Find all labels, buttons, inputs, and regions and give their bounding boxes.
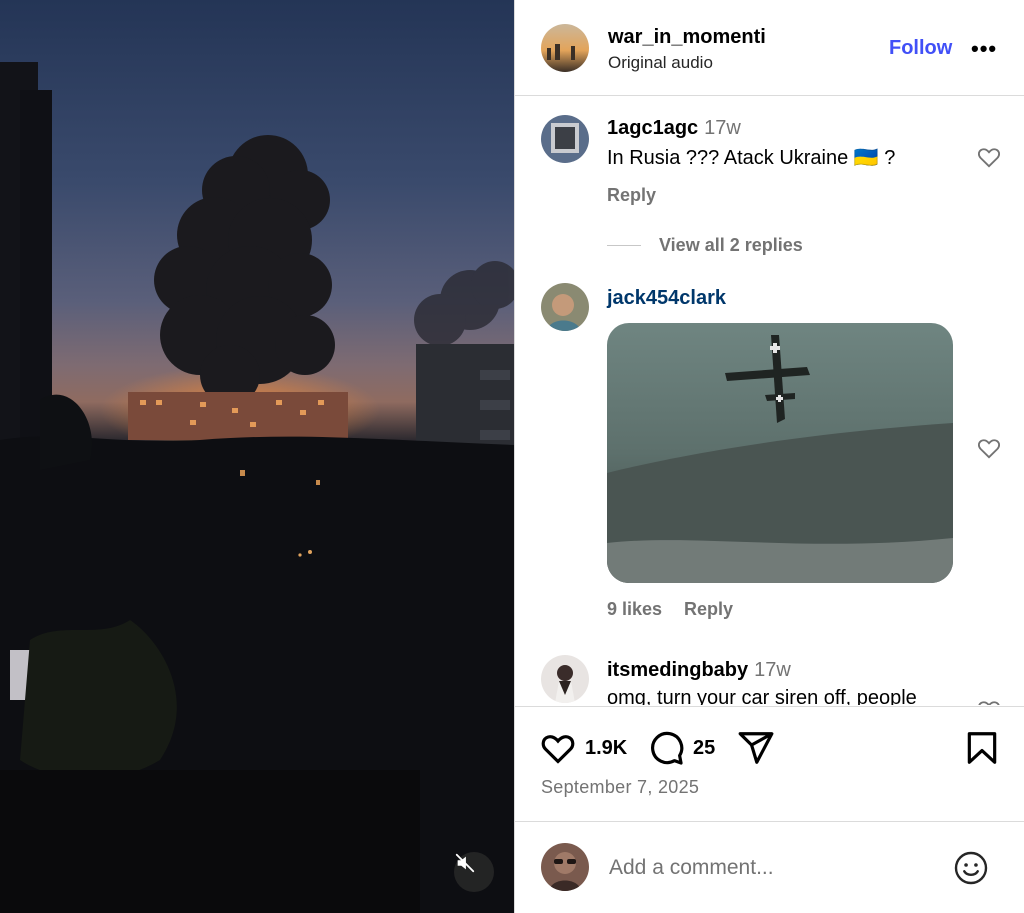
save-button[interactable] [963, 729, 1001, 767]
current-user-avatar [541, 843, 589, 891]
audio-label[interactable]: Original audio [608, 53, 713, 73]
share-button[interactable] [737, 729, 775, 767]
comment-bubble-icon [651, 731, 684, 765]
replies-divider [607, 245, 641, 246]
comment-username[interactable]: itsmedingbaby 17w [607, 659, 791, 682]
comment-username[interactable]: 1agc1agc 17w [607, 117, 741, 140]
post-panel: war_in_momenti Original audio Follow •••… [514, 0, 1024, 913]
post-header: war_in_momenti Original audio Follow ••• [515, 0, 1024, 96]
comments-list[interactable]: 1agc1agc 17w In Rusia ??? Atack Ukraine 🇺… [515, 97, 1024, 705]
comment-button[interactable]: 25 [647, 729, 715, 767]
comment-like-heart-icon[interactable] [976, 144, 1002, 170]
commenter-avatar[interactable] [541, 283, 589, 331]
video-frame [0, 62, 514, 913]
comment-time: 17w [754, 659, 791, 681]
comment-text: omg, turn your car siren off, people [607, 687, 917, 705]
more-options-button[interactable]: ••• [971, 36, 997, 62]
reply-button[interactable]: Reply [607, 185, 656, 206]
likes-count[interactable]: 1.9K [585, 737, 627, 760]
comment-composer [515, 821, 1024, 913]
author-avatar[interactable] [541, 24, 589, 72]
author-username[interactable]: war_in_momenti [608, 26, 766, 49]
comments-count: 25 [693, 736, 716, 759]
comment-like-heart-icon[interactable] [976, 697, 1002, 705]
post-actions: 1.9K 25 September 7, 2025 [515, 706, 1024, 821]
muted-speaker-icon [455, 853, 475, 873]
comment-text: In Rusia ??? Atack Ukraine 🇺🇦 ? [607, 147, 896, 169]
comment-like-heart-icon[interactable] [976, 435, 1002, 461]
comment-input[interactable] [609, 850, 929, 886]
like-button[interactable]: 1.9K [539, 729, 627, 767]
reply-button[interactable]: Reply [684, 599, 733, 620]
smiley-icon[interactable] [953, 850, 989, 886]
mute-button[interactable] [454, 852, 494, 892]
follow-button[interactable]: Follow [889, 37, 952, 60]
comment-time: 17w [704, 117, 741, 139]
bookmark-icon [967, 732, 997, 764]
view-replies-button[interactable]: View all 2 replies [607, 235, 803, 256]
reel-video[interactable] [0, 0, 514, 913]
comment-likes-count[interactable]: 9 likes [607, 599, 662, 620]
commenter-avatar[interactable] [541, 655, 589, 703]
comment-gif[interactable] [607, 323, 953, 583]
comment-username[interactable]: jack454clark [607, 287, 726, 310]
paper-plane-icon [738, 732, 774, 764]
post-date[interactable]: September 7, 2025 [541, 777, 699, 798]
heart-icon [541, 735, 575, 764]
commenter-avatar[interactable] [541, 115, 589, 163]
